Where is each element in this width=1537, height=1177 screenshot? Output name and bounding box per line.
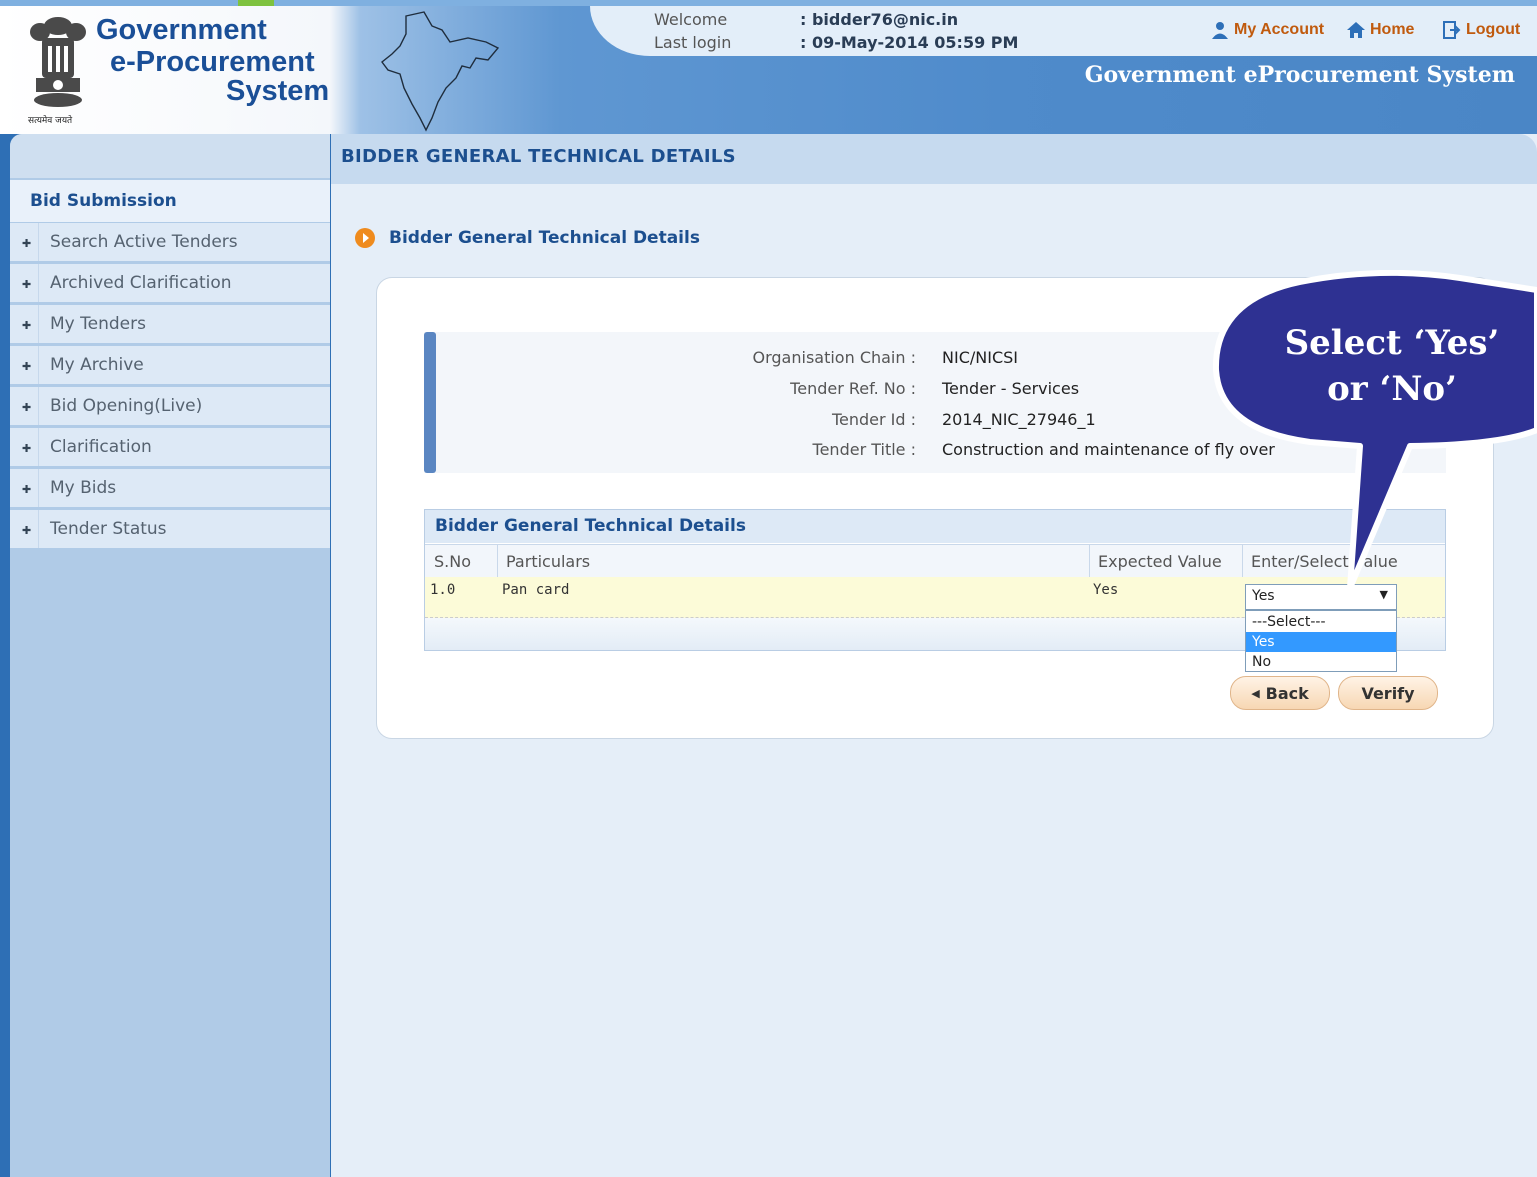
plus-arrow-icon: ✚ (22, 524, 32, 537)
sidebar: Bid Submission ✚ Search Active Tenders ✚… (10, 134, 330, 1177)
org-chain-label: Organisation Chain : (752, 348, 917, 367)
back-button-label: Back (1265, 683, 1309, 703)
sidebar-item-search-active-tenders[interactable]: ✚ Search Active Tenders (10, 223, 330, 263)
last-login-value: : 09-May-2014 05:59 PM (800, 33, 1019, 52)
sidebar-item-label: Search Active Tenders (50, 232, 238, 252)
callout-line1: Select ‘Yes’ (1284, 323, 1500, 363)
logo-title-line1: Government (96, 14, 267, 46)
logo-title-line3: System (226, 75, 330, 107)
sidebar-item-label: Archived Clarification (50, 273, 232, 293)
welcome-user: : bidder76@nic.in (800, 10, 959, 29)
option-select[interactable]: ---Select--- (1246, 612, 1396, 632)
home-icon (1347, 22, 1365, 38)
col-header-sno: S.No (434, 552, 471, 571)
page-title-bar: BIDDER GENERAL TECHNICAL DETAILS (331, 134, 1537, 184)
table-caption: Bidder General Technical Details (435, 516, 746, 536)
user-icon (1212, 22, 1228, 39)
my-account-label: My Account (1234, 21, 1325, 38)
plus-arrow-icon: ✚ (22, 319, 32, 332)
option-yes[interactable]: Yes (1246, 632, 1396, 652)
header: सत्यमेव जयते Government e-Procurement Sy… (0, 0, 1537, 134)
col-header-particulars: Particulars (506, 552, 591, 571)
back-button[interactable]: ◀ Back (1230, 676, 1330, 710)
sidebar-item-bid-opening-live[interactable]: ✚ Bid Opening(Live) (10, 387, 330, 427)
option-no[interactable]: No (1246, 652, 1396, 672)
sidebar-item-label: My Bids (50, 478, 117, 498)
logout-icon (1443, 21, 1461, 39)
org-chain-value: NIC/NICSI (942, 348, 1018, 367)
plus-arrow-icon: ✚ (22, 360, 32, 373)
sidebar-item-label: Tender Status (50, 519, 167, 539)
cell-particulars: Pan card (502, 582, 570, 598)
tender-title-label: Tender Title : (812, 440, 916, 459)
callout-line2: or ‘No’ (1327, 369, 1457, 409)
india-map-icon (381, 11, 500, 132)
emblem-motto: सत्यमेव जयते (28, 116, 73, 126)
sidebar-item-my-bids[interactable]: ✚ My Bids (10, 469, 330, 509)
tender-ref-label: Tender Ref. No : (790, 379, 916, 398)
sidebar-item-label: Clarification (50, 437, 152, 457)
logout-link[interactable]: Logout (1442, 20, 1520, 40)
logout-label: Logout (1466, 21, 1521, 38)
national-emblem-icon (30, 17, 86, 107)
section-bullet-icon (355, 228, 375, 248)
section-title: Bidder General Technical Details (389, 228, 700, 248)
plus-arrow-icon: ✚ (22, 401, 32, 414)
back-arrow-icon: ◀ (1251, 686, 1260, 700)
plus-arrow-icon: ✚ (22, 278, 32, 291)
welcome-label: Welcome (654, 10, 728, 29)
tender-ref-value: Tender - Services (942, 379, 1080, 398)
cell-sno: 1.0 (430, 582, 456, 598)
sidebar-item-archived-clarification[interactable]: ✚ Archived Clarification (10, 264, 330, 304)
system-name: Government eProcurement System (1084, 62, 1515, 88)
tender-id-value: 2014_NIC_27946_1 (942, 410, 1096, 429)
home-link[interactable]: Home (1346, 20, 1414, 40)
plus-arrow-icon: ✚ (22, 237, 32, 250)
sidebar-item-my-tenders[interactable]: ✚ My Tenders (10, 305, 330, 345)
sidebar-item-clarification[interactable]: ✚ Clarification (10, 428, 330, 468)
callout-text: Select ‘Yes’ or ‘No’ (1262, 320, 1522, 412)
home-label: Home (1370, 21, 1415, 38)
my-account-link[interactable]: My Account (1210, 20, 1324, 40)
verify-button-label: Verify (1361, 683, 1415, 703)
plus-arrow-icon: ✚ (22, 483, 32, 496)
sidebar-heading: Bid Submission (10, 180, 330, 222)
plus-arrow-icon: ✚ (22, 442, 32, 455)
sidebar-item-tender-status[interactable]: ✚ Tender Status (10, 510, 330, 550)
tender-id-label: Tender Id : (831, 410, 916, 429)
sidebar-item-my-archive[interactable]: ✚ My Archive (10, 346, 330, 386)
page-title: BIDDER GENERAL TECHNICAL DETAILS (341, 146, 736, 167)
sidebar-item-label: My Archive (50, 355, 144, 375)
last-login-label: Last login (654, 33, 732, 52)
cell-expected-value: Yes (1093, 582, 1119, 598)
sidebar-item-label: Bid Opening(Live) (50, 396, 203, 416)
sidebar-item-label: My Tenders (50, 314, 146, 334)
select-options-list: ---Select--- Yes No (1245, 610, 1397, 672)
verify-button[interactable]: Verify (1338, 676, 1438, 710)
